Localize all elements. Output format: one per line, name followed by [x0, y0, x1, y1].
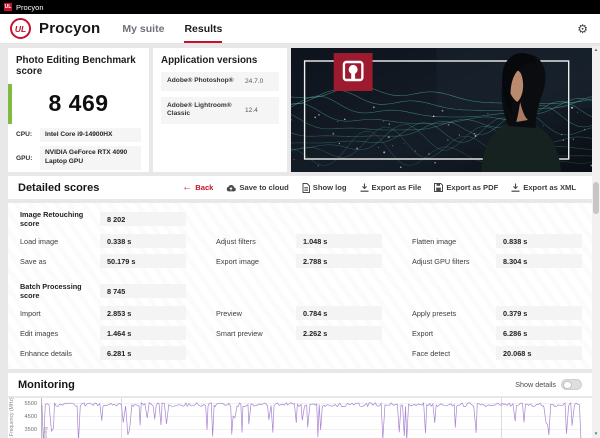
metric-label: Enhance details: [20, 349, 100, 358]
detailed-scores-bar: Detailed scores ← Back Save to cloud Sho…: [8, 176, 592, 199]
show-details-label: Show details: [515, 380, 556, 389]
ul-logo: UL: [10, 18, 31, 39]
log-file-icon: [302, 183, 310, 193]
y-tick: 3500: [17, 427, 37, 433]
metric-value: 0.338 s: [100, 234, 186, 248]
results-toolbar: ← Back Save to cloud Show log Export as …: [182, 183, 582, 193]
version-row-photoshop: Adobe® Photoshop® 24.7.0: [161, 72, 279, 91]
cloud-upload-icon: [226, 184, 236, 192]
export-pdf-button[interactable]: Export as PDF: [434, 183, 498, 192]
save-to-cloud-button[interactable]: Save to cloud: [226, 183, 288, 192]
vertical-scrollbar[interactable]: ▲ ▼: [592, 46, 600, 438]
metric-value: 0.838 s: [496, 234, 582, 248]
application-versions-card: Application versions Adobe® Photoshop® 2…: [153, 48, 287, 172]
metric-value: 2.853 s: [100, 306, 186, 320]
save-disk-icon: [434, 183, 443, 192]
gpu-value: NVIDIA GeForce RTX 4090 Laptop GPU: [40, 146, 141, 170]
nav-my-suite[interactable]: My suite: [122, 14, 164, 43]
metric-value: 20.068 s: [496, 346, 582, 360]
back-button[interactable]: ← Back: [182, 183, 213, 193]
metric-label: Edit images: [20, 329, 100, 338]
y-tick: 5500: [17, 401, 37, 407]
gpu-label: GPU:: [16, 155, 36, 162]
metric-label: Export: [412, 329, 496, 338]
monitoring-title: Monitoring: [18, 379, 75, 391]
benchmark-score: 8 469: [48, 90, 108, 117]
chart-y-axis-label: Clock Frequency (MHz): [9, 400, 17, 438]
metric-label: Adjust GPU filters: [412, 257, 496, 266]
metric-label: Load image: [20, 237, 100, 246]
nav-results[interactable]: Results: [184, 14, 222, 43]
export-file-button[interactable]: Export as File: [360, 183, 422, 192]
metric-value: 0.379 s: [496, 306, 582, 320]
window-titlebar: UL Procyon: [0, 0, 600, 14]
app-icon: UL: [4, 3, 12, 11]
show-log-button[interactable]: Show log: [302, 183, 347, 193]
download-icon: [511, 183, 520, 192]
metric-value: 6.286 s: [496, 326, 582, 340]
metric-value: 50.179 s: [100, 254, 186, 268]
y-tick: 4500: [17, 414, 37, 420]
metric-value: 1.464 s: [100, 326, 186, 340]
settings-gear-icon[interactable]: ⚙: [577, 22, 588, 36]
metric-label: Save as: [20, 257, 100, 266]
metric-label: Adjust filters: [216, 237, 296, 246]
show-details-toggle[interactable]: [561, 379, 582, 390]
metric-label: Smart preview: [216, 329, 296, 338]
image-retouching-score-value: 8 202: [100, 212, 186, 226]
chart-plot: monitoring: [41, 398, 582, 438]
metric-label: Apply presets: [412, 309, 496, 318]
detailed-scores-title: Detailed scores: [18, 182, 99, 194]
scroll-up-arrow[interactable]: ▲: [592, 46, 600, 54]
monitoring-bar: Monitoring Show details: [8, 373, 592, 396]
cpu-row: CPU: Intel Core i9-14900HX: [16, 128, 141, 143]
scroll-down-arrow[interactable]: ▼: [592, 430, 600, 438]
metric-label: Import: [20, 309, 100, 318]
score-card-title: Photo Editing Benchmark score: [16, 55, 141, 78]
gpu-row: GPU: NVIDIA GeForce RTX 4090 Laptop GPU: [16, 146, 141, 170]
metric-value: 0.784 s: [296, 306, 382, 320]
metric-label: Export image: [216, 257, 296, 266]
toggle-knob: [563, 381, 572, 390]
batch-processing-score-label: Batch Processing score: [20, 282, 100, 300]
arrow-left-icon: ←: [182, 183, 192, 193]
benchmark-hero-image: [291, 48, 592, 172]
score-accent-bar: [8, 84, 12, 124]
metric-label: Flatten image: [412, 237, 496, 246]
main-nav: My suite Results: [122, 14, 222, 43]
scrollbar-thumb[interactable]: [593, 182, 599, 214]
monitoring-chart: Clock Frequency (MHz) 5500 4500 3500 250…: [8, 398, 592, 438]
cpu-value: Intel Core i9-14900HX: [40, 128, 141, 143]
metric-value: 8.304 s: [496, 254, 582, 268]
window-title: Procyon: [16, 3, 44, 12]
export-xml-button[interactable]: Export as XML: [511, 183, 576, 192]
metric-value: 2.788 s: [296, 254, 382, 268]
metric-value: 1.048 s: [296, 234, 382, 248]
procyon-photo-logo: [334, 53, 373, 91]
versions-title: Application versions: [161, 55, 279, 66]
version-row-lightroom: Adobe® Lightroom® Classic 12.4: [161, 97, 279, 124]
benchmark-score-card: Photo Editing Benchmark score 8 469 CPU:…: [8, 48, 149, 172]
metric-label: Face detect: [412, 349, 496, 358]
detailed-scores-card: Image Retouching score 8 202 Load image …: [8, 203, 592, 369]
app-header: UL Procyon My suite Results ⚙: [0, 14, 600, 44]
summary-row: Photo Editing Benchmark score 8 469 CPU:…: [8, 48, 592, 172]
metric-label: Preview: [216, 309, 296, 318]
brand-title: Procyon: [39, 20, 100, 37]
download-icon: [360, 183, 369, 192]
metric-value: 2.262 s: [296, 326, 382, 340]
image-retouching-score-label: Image Retouching score: [20, 210, 100, 228]
metric-value: 6.281 s: [100, 346, 186, 360]
cpu-label: CPU:: [16, 131, 36, 138]
batch-processing-score-value: 8 745: [100, 284, 186, 298]
